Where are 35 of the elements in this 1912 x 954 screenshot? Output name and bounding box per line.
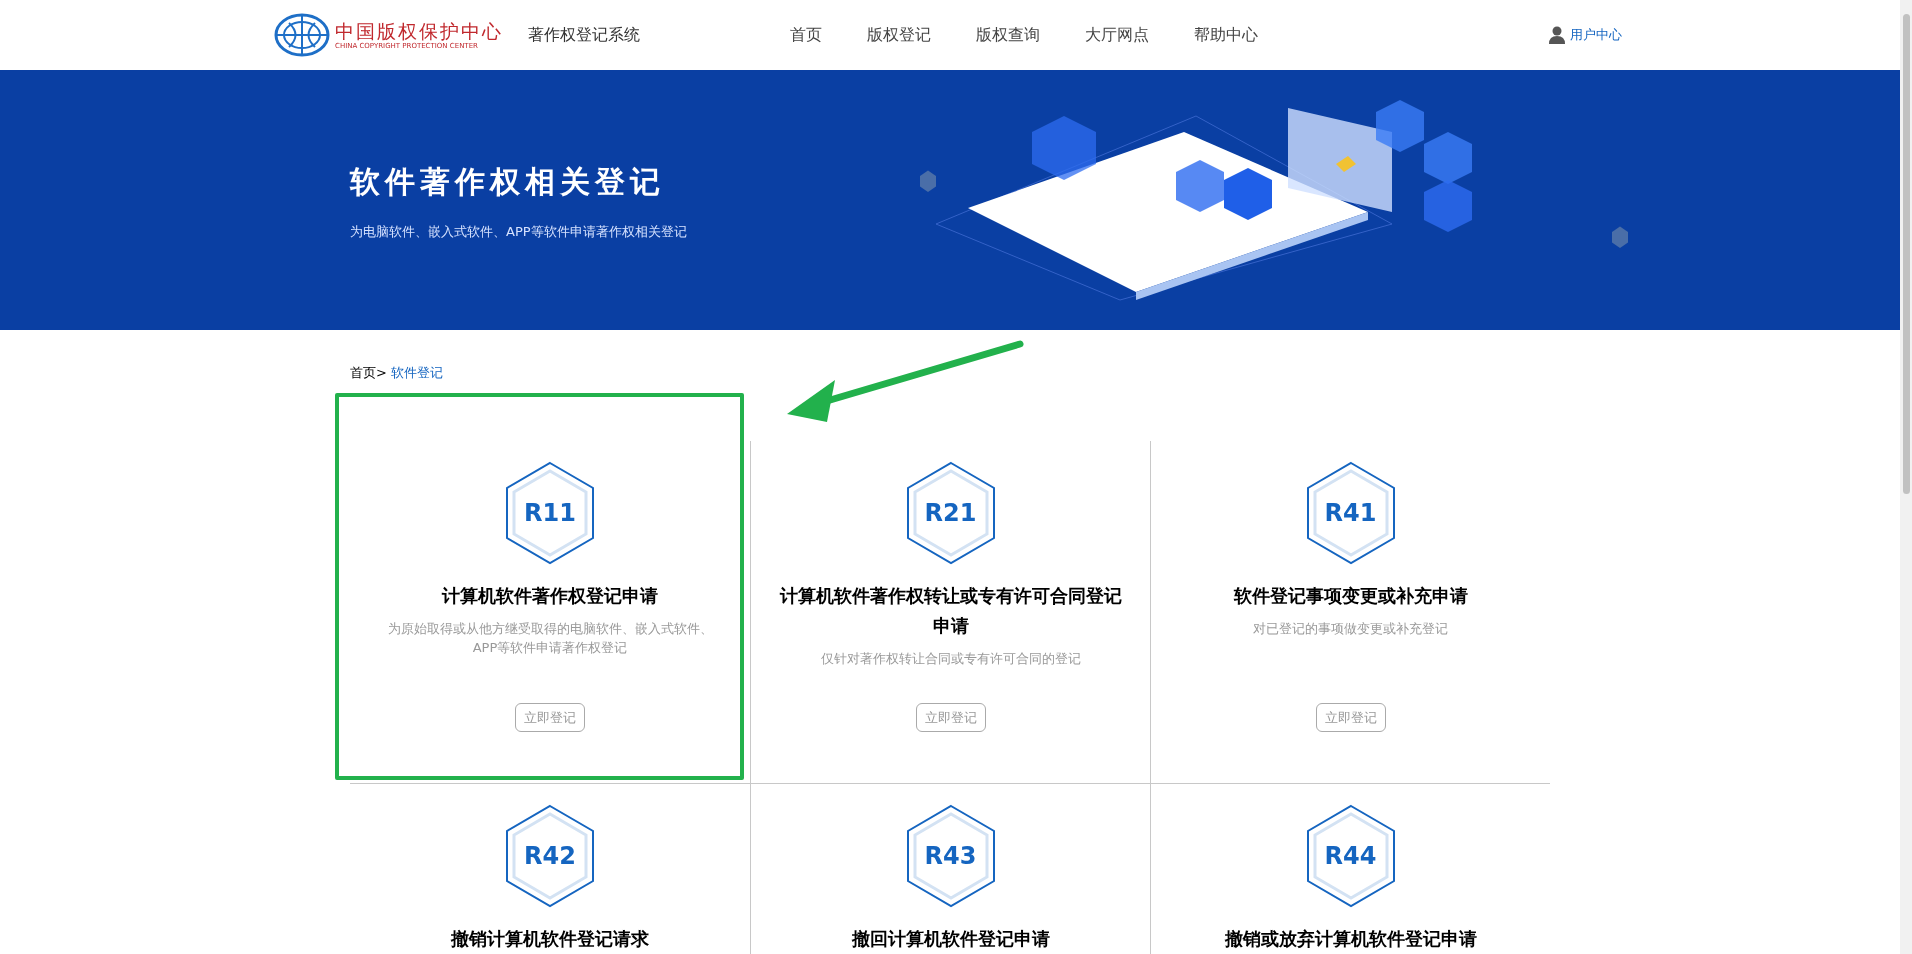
card-description: 仅针对著作权转让合同或专有许可合同的登记 (819, 649, 1082, 668)
breadcrumb-current: 软件登记 (390, 364, 443, 382)
logo-title: 中国版权保护中心 (335, 19, 503, 42)
hexagon-icon (1304, 803, 1397, 908)
card-title: 计算机软件著作权登记申请 (440, 583, 659, 608)
card-title: 软件登记事项变更或补充申请 (1232, 583, 1469, 608)
card-code: R21 (924, 497, 977, 529)
card-title: 撤回计算机软件登记申请 (850, 926, 1051, 951)
hexagon-icon (904, 803, 997, 908)
banner-subtitle: 为电脑软件、嵌入式软件、APP等软件申请著作权相关登记 (350, 222, 687, 241)
user-center-link[interactable]: 用户中心 (1570, 25, 1622, 45)
card-title: 计算机软件著作权转让或专有许可合同登记申请 (778, 583, 1123, 638)
card-description: 为原始取得或从他方继受取得的电脑软件、嵌入式软件、APP等软件申请著作权登记 (386, 619, 714, 657)
card-code: R42 (524, 840, 576, 872)
nav-link[interactable]: 大厅网点 (1085, 23, 1149, 47)
nav-link[interactable]: 版权查询 (976, 23, 1040, 47)
hexagon-icon (504, 803, 596, 908)
card-code: R44 (1324, 840, 1377, 872)
nav-link[interactable]: 首页 (790, 23, 822, 47)
card-title: 撤销或放弃计算机软件登记申请 (1223, 926, 1478, 951)
logo-icon (273, 13, 331, 57)
nav-link[interactable]: 帮助中心 (1194, 23, 1258, 47)
nav-link[interactable]: 版权登记 (867, 23, 931, 47)
card-code: R41 (1324, 497, 1377, 529)
card-description: 对已登记的事项做变更或补充登记 (1252, 619, 1449, 638)
card-code: R43 (924, 840, 977, 872)
system-name: 著作权登记系统 (528, 24, 640, 46)
card-title: 撤销计算机软件登记请求 (450, 926, 650, 951)
breadcrumb-home[interactable]: 首页> (350, 363, 387, 383)
banner-title: 软件著作权相关登记 (350, 162, 666, 201)
hexagon-icon (904, 460, 997, 565)
user-icon (1548, 26, 1566, 44)
hexagon-icon (1304, 460, 1397, 565)
card-code: R11 (524, 497, 576, 529)
hexagon-icon (504, 460, 596, 565)
